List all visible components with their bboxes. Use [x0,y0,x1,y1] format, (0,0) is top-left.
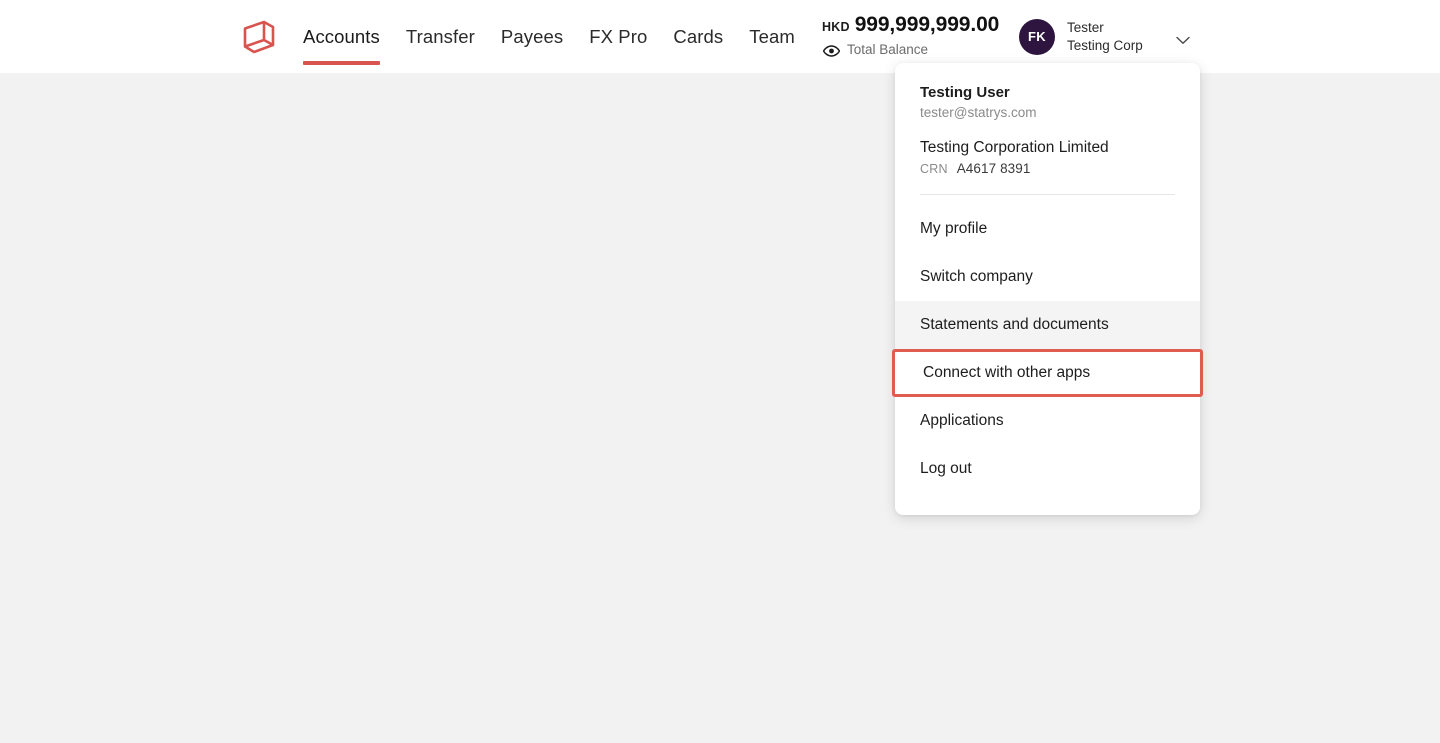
nav-item-payees[interactable]: Payees [488,0,576,73]
menu-item-label: Applications [920,411,1004,429]
menu-item-label: Statements and documents [920,315,1109,333]
nav-item-fx-pro[interactable]: FX Pro [576,0,660,73]
avatar: FK [1019,18,1055,55]
total-balance-block: HKD 999,999,999.00 Total Balance [822,13,1000,57]
dropdown-header: Testing User tester@statrys.com Testing … [895,83,1200,176]
nav-item-transfer[interactable]: Transfer [393,0,488,73]
dropdown-item-list: My profile Switch company Statements and… [892,205,1203,493]
nav-item-accounts[interactable]: Accounts [303,0,393,73]
menu-item-label: Connect with other apps [923,363,1091,381]
dropdown-company-name: Testing Corporation Limited [920,139,1109,157]
crn-value: A4617 8391 [956,160,1031,176]
nav-item-cards[interactable]: Cards [660,0,736,73]
menu-item-label: Switch company [920,267,1033,285]
eye-icon[interactable] [822,44,841,57]
account-switcher-button[interactable]: FK Tester Testing Corp [1008,10,1200,63]
chevron-down-icon[interactable] [1176,32,1190,44]
account-company-name: Testing Corp [1067,37,1143,53]
crn-label: CRN [920,161,948,176]
menu-item-applications[interactable]: Applications [895,397,1200,445]
dropdown-divider [920,193,1175,195]
statrys-logo-icon[interactable] [239,17,279,57]
nav-item-label: Transfer [405,25,475,47]
balance-label: Total Balance [847,42,929,57]
nav-item-label: Team [749,25,795,47]
balance-amount-row: HKD 999,999,999.00 [822,13,1000,37]
nav-item-team[interactable]: Team [736,0,808,73]
app-root: Accounts Transfer Payees FX Pro Cards Te… [0,0,1440,743]
nav-item-label: Payees [500,25,564,47]
balance-label-row: Total Balance [822,42,997,57]
nav-item-label: Accounts [303,25,380,47]
top-header: Accounts Transfer Payees FX Pro Cards Te… [0,0,1440,73]
account-switcher-text: Tester Testing Corp [1067,19,1172,54]
account-user-name: Tester [1067,19,1104,35]
page-content-area [0,73,1440,743]
balance-amount: 999,999,999.00 [854,13,1000,36]
account-dropdown-menu: Testing User tester@statrys.com Testing … [892,63,1203,515]
balance-currency: HKD [822,20,850,34]
menu-item-my-profile[interactable]: My profile [895,205,1200,253]
menu-item-label: My profile [920,219,988,237]
nav-item-label: Cards [673,25,724,47]
menu-item-label: Log out [920,459,972,477]
nav-item-label: FX Pro [589,25,648,47]
menu-item-connect-with-other-apps[interactable]: Connect with other apps [892,348,1203,397]
dropdown-user-name: Testing User [920,84,1010,101]
dropdown-user-email: tester@statrys.com [920,105,1037,121]
dropdown-crn-row: CRN A4617 8391 [920,161,1175,176]
menu-item-log-out[interactable]: Log out [895,445,1200,493]
menu-item-statements-and-documents[interactable]: Statements and documents [895,300,1200,349]
menu-item-switch-company[interactable]: Switch company [895,253,1200,301]
main-navigation: Accounts Transfer Payees FX Pro Cards Te… [303,0,808,73]
